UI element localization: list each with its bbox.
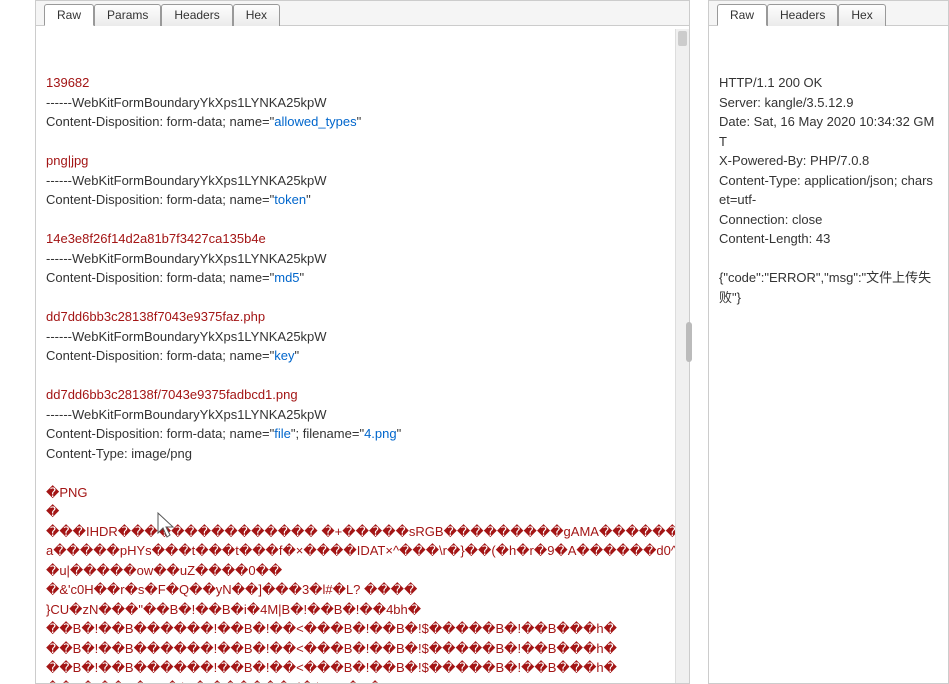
request-content: 139682 ------WebKitFormBoundaryYkXps1LYN… (36, 26, 689, 683)
request-tabs: Raw Params Headers Hex (36, 1, 689, 26)
response-content: HTTP/1.1 200 OKServer: kangle/3.5.12.9Da… (709, 26, 948, 683)
tab-headers-response[interactable]: Headers (767, 4, 838, 26)
request-panel: Raw Params Headers Hex 139682 ------WebK… (35, 0, 690, 684)
tab-hex[interactable]: Hex (233, 4, 280, 26)
split-handle[interactable] (686, 322, 692, 362)
response-panel: Raw Headers Hex HTTP/1.1 200 OKServer: k… (708, 0, 949, 684)
response-text[interactable]: HTTP/1.1 200 OKServer: kangle/3.5.12.9Da… (719, 73, 938, 683)
tab-headers[interactable]: Headers (161, 4, 232, 26)
tab-raw-response[interactable]: Raw (717, 4, 767, 26)
request-text[interactable]: 139682 ------WebKitFormBoundaryYkXps1LYN… (46, 73, 679, 683)
tab-raw[interactable]: Raw (44, 4, 94, 26)
tab-hex-response[interactable]: Hex (838, 4, 885, 26)
response-tabs: Raw Headers Hex (709, 1, 948, 26)
tab-params[interactable]: Params (94, 4, 161, 26)
